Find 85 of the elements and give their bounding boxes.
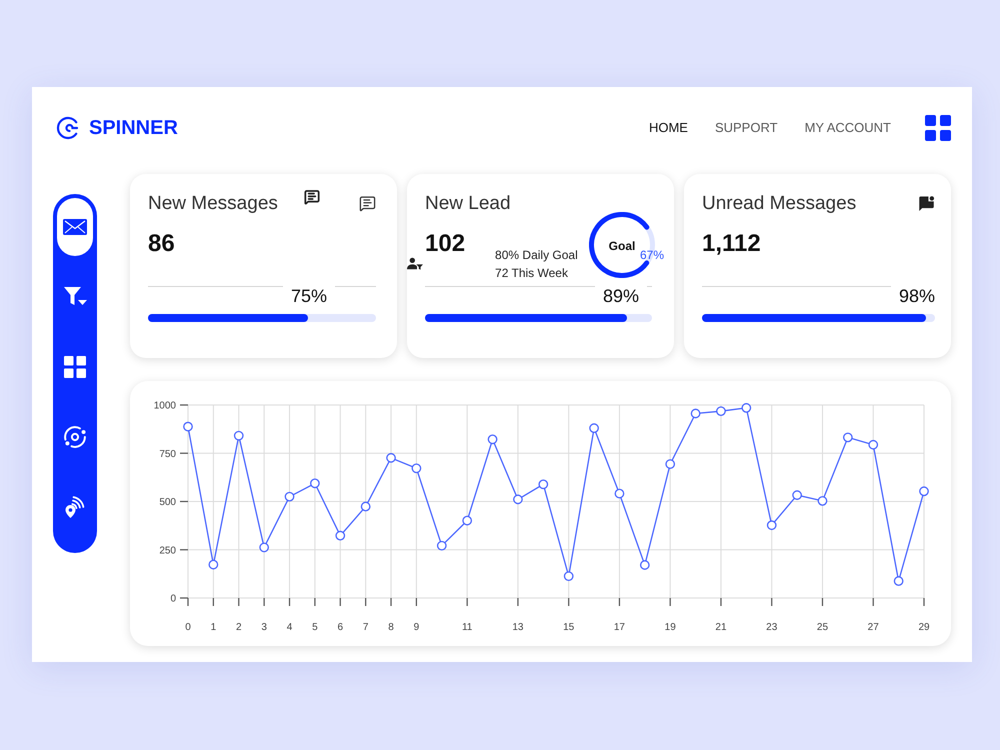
data-point: [818, 496, 828, 506]
axis-label: 500: [159, 497, 176, 508]
goal-note: 72 This Week: [495, 265, 569, 282]
data-point: [665, 459, 676, 469]
data-point: [335, 530, 346, 540]
message-icon: [304, 189, 320, 205]
percent-label: 89%: [602, 287, 639, 305]
data-point: [183, 422, 193, 432]
axis-label: 0: [185, 622, 191, 633]
axis-label: 23: [766, 622, 778, 633]
data-point: [462, 516, 472, 526]
axis-label: 25: [816, 622, 828, 633]
location-signal-icon: [64, 496, 86, 518]
axis-label: 11: [462, 622, 472, 633]
nav-link[interactable]: SUPPORT: [714, 120, 778, 136]
percent-label: 98%: [898, 287, 935, 305]
filter-icon: [64, 287, 86, 307]
axis-label: 6: [338, 622, 344, 633]
axis-label: 13: [512, 622, 524, 633]
card-title: New Lead: [425, 193, 511, 215]
axis-label: 7: [362, 622, 368, 633]
data-point: [716, 406, 726, 416]
data-point: [919, 486, 929, 496]
axis-label: 3: [261, 622, 267, 633]
percent-label: 75%: [290, 287, 327, 305]
stat-value: 86: [148, 230, 175, 258]
data-point: [513, 494, 523, 504]
data-point: [436, 540, 447, 551]
data-point: [589, 423, 599, 433]
axis-label: 27: [868, 622, 879, 633]
card-title: Unread Messages: [702, 193, 856, 215]
nav-link[interactable]: MY ACCOUNT: [804, 120, 891, 136]
brand-name: SPINNER: [89, 116, 178, 140]
data-point: [742, 403, 752, 413]
data-point: [843, 432, 853, 442]
grid-icon: [925, 115, 951, 141]
card-title: New Messages: [148, 193, 278, 215]
data-point: [412, 463, 422, 474]
chat-badge-icon: [919, 196, 935, 211]
goal-percent: 67%: [640, 247, 664, 263]
data-point: [386, 453, 396, 463]
goal-note: 80% Daily Goal: [495, 247, 578, 264]
goal-label: Goal: [608, 238, 636, 254]
axis-label: 17: [614, 622, 625, 633]
axis-label: 5: [312, 622, 318, 633]
axis-label: 15: [563, 622, 574, 633]
axis-label: 4: [286, 622, 292, 633]
data-point: [208, 560, 218, 570]
axis-label: 21: [715, 622, 727, 633]
data-point: [284, 492, 294, 502]
axis-label: 9: [414, 622, 420, 633]
data-point: [488, 434, 498, 444]
axis-label: 750: [159, 448, 176, 460]
data-point: [360, 502, 370, 512]
mail-icon: [63, 219, 87, 235]
data-point: [792, 490, 802, 500]
user-filter-icon: [407, 257, 423, 270]
focus-ring-icon: [64, 426, 86, 448]
stat-value: 1,112: [702, 230, 761, 258]
menu-button[interactable]: [925, 115, 951, 141]
data-point: [234, 430, 244, 441]
stat-value: 102: [425, 230, 466, 258]
data-point: [868, 440, 878, 450]
axis-label: 29: [918, 622, 930, 633]
data-point: [640, 560, 650, 570]
message-icon: [359, 195, 376, 212]
axis-label: 1000: [154, 400, 176, 412]
data-point: [310, 478, 320, 488]
axis-label: 0: [170, 594, 176, 604]
axis-label: 2: [236, 622, 242, 633]
nav-link[interactable]: HOME: [648, 120, 688, 136]
axis-label: 1: [210, 622, 216, 633]
data-point: [259, 542, 269, 552]
sidebar-button[interactable]: [57, 198, 93, 256]
axis-label: 250: [159, 545, 176, 556]
data-point: [564, 571, 574, 582]
axis-label: 8: [388, 622, 394, 633]
data-point: [894, 576, 904, 586]
data-point: [538, 479, 548, 490]
data-point: [614, 488, 624, 498]
data-point: [766, 520, 777, 530]
logo-icon: [56, 116, 80, 140]
grid-icon: [64, 356, 86, 378]
axis-label: 19: [664, 622, 676, 633]
data-point: [690, 408, 700, 418]
